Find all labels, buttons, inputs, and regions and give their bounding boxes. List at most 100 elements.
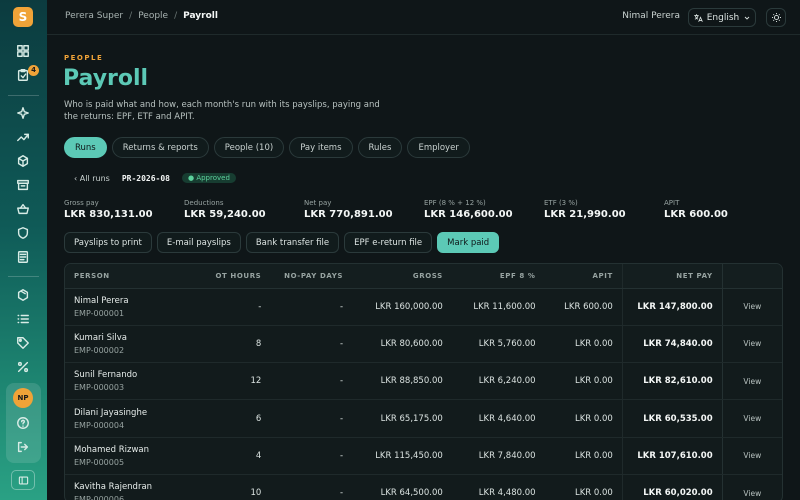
tab-bar: Runs Returns & reports People (10) Pay i… bbox=[64, 137, 470, 158]
run-summary: Gross pay LKR 830,131.00 Deductions LKR 59… bbox=[64, 199, 784, 220]
no-pay-days-cell: - bbox=[270, 474, 353, 500]
status-label: Approved bbox=[196, 174, 230, 182]
payslips-print-button[interactable]: Payslips to print bbox=[64, 232, 152, 253]
stat-label: Gross pay bbox=[64, 199, 99, 207]
breadcrumb-item[interactable]: Perera Super bbox=[65, 11, 123, 21]
stat-value: LKR 59,240.00 bbox=[184, 209, 266, 220]
table-row[interactable]: Dilani Jayasinghe EMP-000004 6 - LKR 65,1… bbox=[65, 399, 782, 438]
avatar[interactable]: NP bbox=[13, 388, 33, 408]
person-cell: Kavitha Rajendran EMP-000006 bbox=[65, 474, 199, 500]
percent-icon[interactable] bbox=[14, 358, 32, 376]
no-pay-days-cell: - bbox=[270, 437, 353, 475]
tab-runs[interactable]: Runs bbox=[64, 137, 107, 158]
tab-employer[interactable]: Employer bbox=[407, 137, 470, 158]
person-cell: Dilani Jayasinghe EMP-000004 bbox=[65, 399, 199, 438]
app-logo[interactable]: S bbox=[13, 7, 33, 27]
tag-icon[interactable] bbox=[14, 334, 32, 352]
view-button[interactable]: View bbox=[721, 474, 782, 500]
net-pay-cell: LKR 82,610.00 bbox=[622, 362, 723, 401]
bank-transfer-file-button[interactable]: Bank transfer file bbox=[245, 232, 340, 253]
sidebar-divider bbox=[8, 276, 39, 277]
epf-ereturn-file-button[interactable]: EPF e-return file bbox=[344, 232, 433, 253]
table-row[interactable]: Nimal Perera EMP-000001 - - LKR 160,000.0… bbox=[65, 288, 782, 326]
stat-label: ETF (3 %) bbox=[544, 199, 578, 207]
tab-pay-items[interactable]: Pay items bbox=[289, 137, 353, 158]
person-cell: Sunil Fernando EMP-000003 bbox=[65, 362, 199, 401]
logout-icon[interactable] bbox=[14, 438, 32, 456]
view-button[interactable]: View bbox=[721, 325, 782, 364]
apit-cell: LKR 0.00 bbox=[544, 362, 623, 401]
ot-hours-cell: 10 bbox=[198, 474, 271, 500]
person-name: Kavitha Rajendran bbox=[74, 482, 153, 493]
stat-label: APIT bbox=[664, 199, 680, 207]
stat-value: LKR 770,891.00 bbox=[304, 209, 393, 220]
help-icon[interactable] bbox=[14, 414, 32, 432]
person-cell: Mohamed Rizwan EMP-000005 bbox=[65, 437, 199, 475]
stat-net-pay: Net pay LKR 770,891.00 bbox=[304, 199, 424, 220]
breadcrumb-item[interactable]: People bbox=[138, 11, 168, 21]
breadcrumb-separator: / bbox=[129, 11, 133, 21]
column-header-person[interactable]: PERSON bbox=[65, 264, 199, 289]
gross-cell: LKR 115,450.00 bbox=[352, 437, 452, 475]
breadcrumb: Perera Super / People / Payroll bbox=[65, 11, 218, 21]
sidebar-divider bbox=[8, 95, 39, 96]
view-button[interactable]: View bbox=[721, 437, 782, 475]
package-icon[interactable] bbox=[14, 286, 32, 304]
table-row[interactable]: Sunil Fernando EMP-000003 12 - LKR 88,850… bbox=[65, 362, 782, 401]
apit-cell: LKR 600.00 bbox=[544, 288, 623, 326]
gross-cell: LKR 65,175.00 bbox=[352, 399, 452, 438]
view-button[interactable]: View bbox=[721, 362, 782, 401]
basket-icon[interactable] bbox=[14, 200, 32, 218]
epf-cell: LKR 4,480.00 bbox=[451, 474, 545, 500]
archive-icon[interactable] bbox=[14, 176, 32, 194]
gross-cell: LKR 160,000.00 bbox=[352, 288, 452, 326]
employee-id: EMP-000002 bbox=[74, 345, 125, 355]
collapse-sidebar-button[interactable] bbox=[11, 470, 35, 490]
table-header-row: PERSON OT HOURS NO-PAY DAYS GROSS EPF 8 … bbox=[65, 264, 782, 289]
view-button[interactable]: View bbox=[721, 399, 782, 438]
back-to-runs-link[interactable]: ‹ All runs bbox=[74, 174, 110, 183]
stat-value: LKR 21,990.00 bbox=[544, 209, 626, 220]
mark-paid-button[interactable]: Mark paid bbox=[437, 232, 500, 253]
view-button[interactable]: View bbox=[721, 288, 782, 326]
epf-cell: LKR 5,760.00 bbox=[451, 325, 545, 364]
run-id: PR-2026-08 bbox=[121, 173, 170, 183]
column-header-no-pay-days[interactable]: NO-PAY DAYS bbox=[270, 264, 353, 289]
tab-returns-reports[interactable]: Returns & reports bbox=[111, 137, 209, 158]
status-badge: ● Approved bbox=[181, 173, 236, 183]
top-bar: Perera Super / People / Payroll Nimal Pe… bbox=[47, 0, 800, 35]
table-row[interactable]: Kumari Silva EMP-000002 8 - LKR 80,600.00… bbox=[65, 325, 782, 364]
list-icon[interactable] bbox=[14, 310, 32, 328]
ledger-icon[interactable] bbox=[14, 248, 32, 266]
sparkles-icon[interactable] bbox=[14, 104, 32, 122]
no-pay-days-cell: - bbox=[270, 288, 353, 326]
epf-cell: LKR 11,600.00 bbox=[451, 288, 545, 326]
table-row[interactable]: Kavitha Rajendran EMP-000006 10 - LKR 64,… bbox=[65, 474, 782, 500]
ot-hours-cell: 8 bbox=[198, 325, 271, 364]
column-header-actions bbox=[721, 264, 782, 289]
trending-icon[interactable] bbox=[14, 128, 32, 146]
email-payslips-button[interactable]: E-mail payslips bbox=[156, 232, 241, 253]
table-row[interactable]: Mohamed Rizwan EMP-000005 4 - LKR 115,450… bbox=[65, 437, 782, 475]
column-header-epf[interactable]: EPF 8 % bbox=[451, 264, 545, 289]
column-header-net-pay[interactable]: NET PAY bbox=[622, 264, 723, 289]
employee-id: EMP-000001 bbox=[74, 308, 125, 318]
dashboard-icon[interactable] bbox=[14, 42, 32, 60]
person-name: Kumari Silva bbox=[74, 332, 127, 343]
sun-icon bbox=[771, 13, 781, 22]
apit-cell: LKR 0.00 bbox=[544, 399, 623, 438]
stat-epf: EPF (8 % + 12 %) LKR 146,600.00 bbox=[424, 199, 544, 220]
column-header-apit[interactable]: APIT bbox=[544, 264, 623, 289]
theme-toggle-button[interactable] bbox=[766, 8, 786, 27]
person-name: Mohamed Rizwan bbox=[74, 444, 150, 455]
language-select[interactable]: English bbox=[688, 8, 756, 27]
column-header-gross[interactable]: GROSS bbox=[352, 264, 452, 289]
tab-people[interactable]: People (10) bbox=[213, 137, 285, 158]
tab-rules[interactable]: Rules bbox=[357, 137, 403, 158]
shield-icon[interactable] bbox=[14, 224, 32, 242]
employee-id: EMP-000004 bbox=[74, 420, 125, 430]
cube-icon[interactable] bbox=[14, 152, 32, 170]
ot-hours-cell: - bbox=[198, 288, 271, 326]
column-header-ot-hours[interactable]: OT HOURS bbox=[198, 264, 271, 289]
epf-cell: LKR 7,840.00 bbox=[451, 437, 545, 475]
